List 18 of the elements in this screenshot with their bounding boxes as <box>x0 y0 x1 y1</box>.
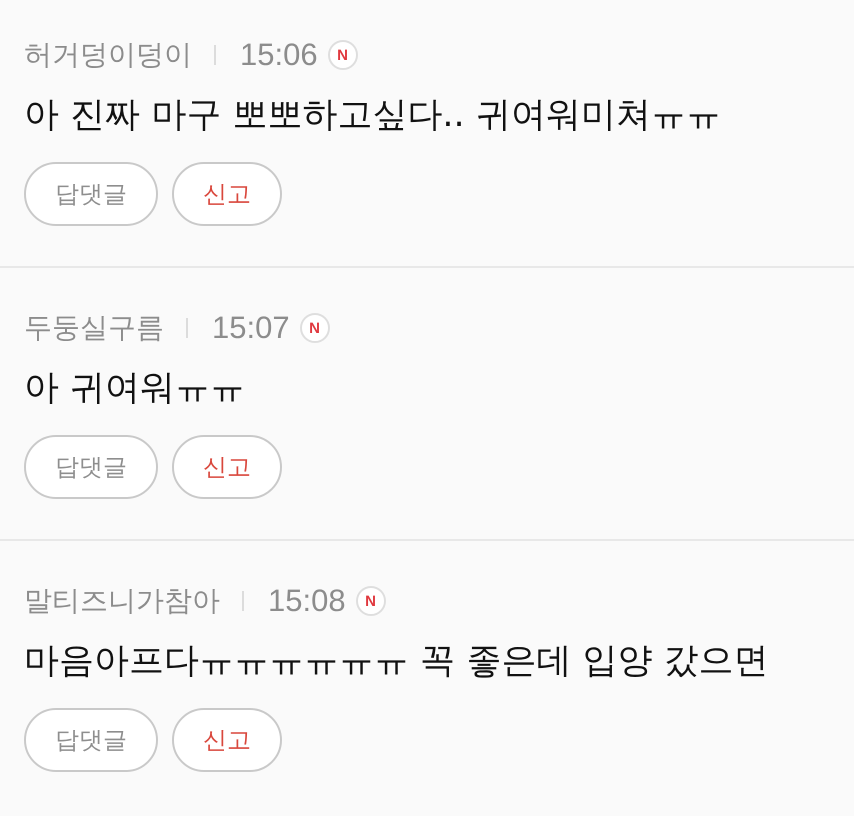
comment-time: 15:06 <box>240 37 318 73</box>
reply-button[interactable]: 답댓글 <box>24 162 158 226</box>
author-name: 말티즈니가참아 <box>24 583 220 619</box>
new-badge: N <box>328 40 358 70</box>
new-badge: N <box>300 313 330 343</box>
comment-text: 마음아프다ㅠㅠㅠㅠㅠㅠ 꼭 좋은데 입양 갔으면 <box>24 640 770 683</box>
comment-time: 15:07 <box>212 310 290 346</box>
comment-text: 아 귀여워ㅠㅠ <box>24 367 246 410</box>
comment-time: 15:08 <box>268 583 346 619</box>
report-button[interactable]: 신고 <box>172 162 282 226</box>
author-name: 허거덩이덩이 <box>24 37 192 73</box>
author-name: 두둥실구름 <box>24 310 164 346</box>
reply-button[interactable]: 답댓글 <box>24 708 158 772</box>
report-button[interactable]: 신고 <box>172 435 282 499</box>
comment-text: 아 진짜 마구 뽀뽀하고싶다.. 귀여워미쳐ㅠㅠ <box>24 94 722 137</box>
reply-button[interactable]: 답댓글 <box>24 435 158 499</box>
new-badge: N <box>356 586 386 616</box>
report-button[interactable]: 신고 <box>172 708 282 772</box>
